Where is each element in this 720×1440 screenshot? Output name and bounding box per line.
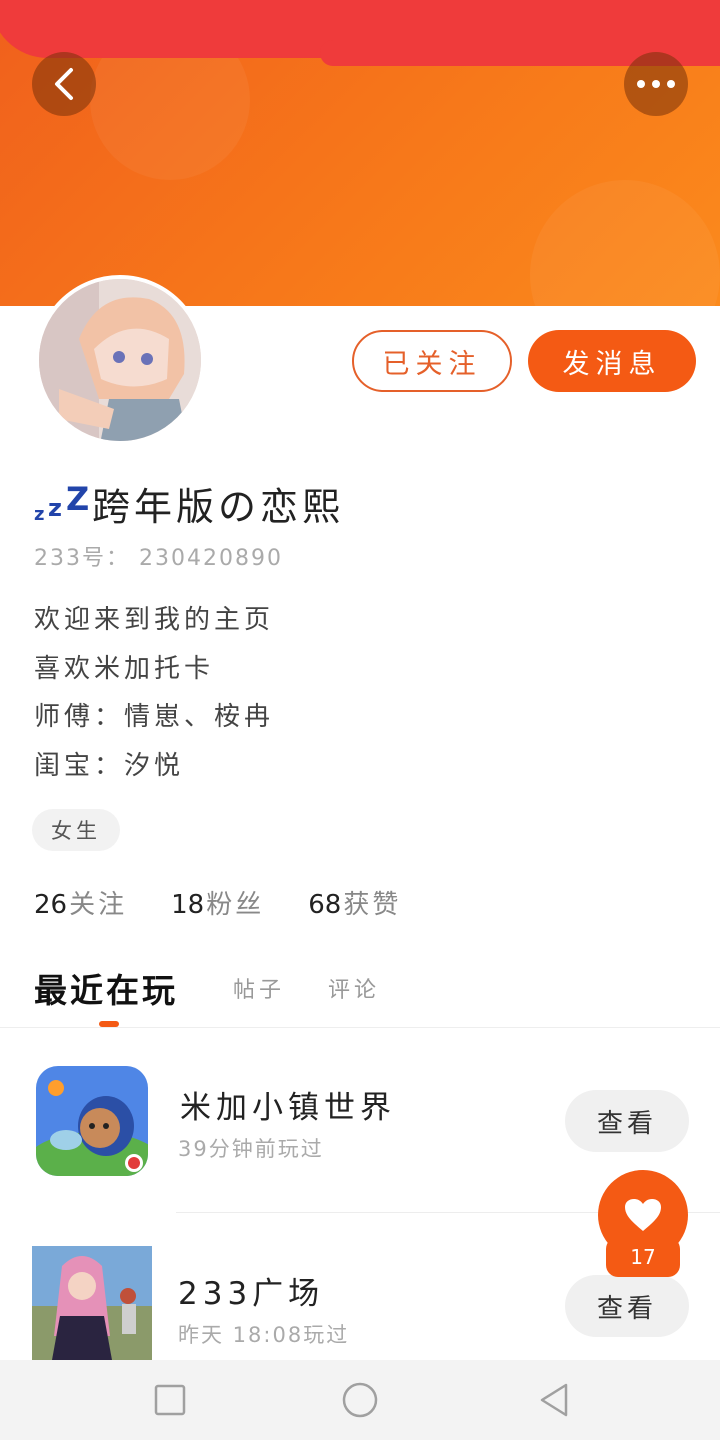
- heart-icon: [625, 1199, 661, 1231]
- game-last-played: 39分钟前玩过: [178, 1137, 324, 1161]
- gender-tag: 女生: [32, 809, 120, 851]
- stat-likes[interactable]: 68 获赞: [308, 884, 401, 921]
- stat-label: 获赞: [343, 890, 402, 920]
- stat-fans[interactable]: 18 粉丝: [171, 884, 264, 921]
- tab-bar: 最近在玩 帖子 评论: [0, 960, 720, 1028]
- game-title: 米加小镇世界: [180, 1090, 396, 1126]
- game-icon-233-plaza[interactable]: [32, 1246, 152, 1360]
- tab-posts[interactable]: 帖子: [233, 972, 285, 1004]
- back-button[interactable]: [32, 52, 96, 116]
- stat-value: 18: [171, 890, 205, 920]
- more-button[interactable]: [624, 52, 688, 116]
- tab-indicator: [99, 1021, 119, 1027]
- bio-line: 欢迎来到我的主页: [34, 605, 275, 635]
- profile-banner: [0, 0, 720, 306]
- view-game-button[interactable]: 查看: [565, 1275, 689, 1337]
- triangle-back-icon: [540, 1383, 568, 1417]
- stat-following[interactable]: 26 关注: [34, 884, 127, 921]
- game-title: 233广场: [178, 1276, 325, 1312]
- bio: 欢迎来到我的主页 喜欢米加托卡 师傅：情崽、桉冉 闺宝：汐悦: [34, 596, 274, 790]
- stats-row: 26 关注 18 粉丝 68 获赞: [34, 884, 445, 921]
- zzz-icon: z z Z: [34, 480, 90, 525]
- bio-line: 喜欢米加托卡: [34, 653, 215, 684]
- home-button[interactable]: [340, 1380, 380, 1420]
- game-icon-image: [32, 1246, 152, 1360]
- bio-line: 师傅：情崽、桉冉: [34, 702, 275, 732]
- view-game-button[interactable]: 查看: [565, 1090, 689, 1152]
- tab-comments[interactable]: 评论: [328, 972, 380, 1004]
- stat-label: 粉丝: [206, 890, 265, 920]
- chevron-left-icon: [55, 68, 73, 100]
- tab-recently-played[interactable]: 最近在玩: [34, 964, 178, 1012]
- square-icon: [154, 1384, 186, 1416]
- nickname: 跨年版の恋熙: [92, 484, 345, 529]
- game-last-played: 昨天 18:08玩过: [178, 1323, 350, 1347]
- stat-label: 关注: [69, 890, 128, 920]
- circle-icon: [342, 1382, 378, 1418]
- like-count: 17: [606, 1237, 680, 1277]
- system-navbar: [0, 1360, 720, 1440]
- send-message-button[interactable]: 发消息: [528, 330, 696, 392]
- nickname-row: z z Z 跨年版の恋熙: [34, 478, 345, 529]
- stat-value: 68: [308, 890, 342, 920]
- back-nav-button[interactable]: [534, 1380, 574, 1420]
- avatar-image: [39, 279, 201, 441]
- followed-button[interactable]: 已关注: [352, 330, 512, 392]
- user-id: 233号： 230420890: [34, 546, 283, 571]
- game-icon-image: [36, 1066, 148, 1176]
- bio-line: 闺宝：汐悦: [34, 750, 185, 781]
- avatar[interactable]: [35, 275, 205, 445]
- game-icon-miga-town[interactable]: [36, 1066, 148, 1176]
- more-horizontal-icon: [637, 80, 675, 88]
- stat-value: 26: [34, 890, 68, 920]
- recent-apps-button[interactable]: [150, 1380, 190, 1420]
